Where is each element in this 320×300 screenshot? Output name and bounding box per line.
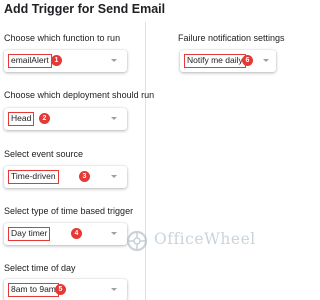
time-of-day-value: 8am to 9am [8, 283, 59, 297]
time-of-day-select[interactable]: 8am to 9am 5 [4, 279, 127, 300]
step-badge-1: 1 [51, 55, 62, 66]
chevron-down-icon [263, 59, 269, 62]
step-badge-2: 2 [39, 113, 50, 124]
trigger-type-label: Select type of time based trigger [4, 206, 134, 216]
add-trigger-dialog: Add Trigger for Send Email Choose which … [0, 0, 285, 300]
step-badge-6: 6 [242, 55, 253, 66]
watermark-text: OfficeWheel [154, 230, 256, 248]
step-badge-4: 4 [71, 228, 82, 239]
wheel-logo-icon [126, 230, 148, 252]
dialog-title: Add Trigger for Send Email [4, 2, 166, 16]
chevron-down-icon [111, 59, 117, 62]
chevron-down-icon [111, 288, 117, 291]
function-label: Choose which function to run [4, 33, 121, 43]
trigger-type-select[interactable]: Day timer 4 [4, 223, 127, 245]
failure-notification-label: Failure notification settings [178, 33, 285, 43]
event-source-select[interactable]: Time-driven 3 [4, 166, 127, 188]
failure-notification-value: Notify me daily [184, 54, 246, 68]
trigger-type-value: Day timer [8, 227, 51, 241]
chevron-down-icon [111, 232, 117, 235]
chevron-down-icon [111, 117, 117, 120]
failure-notification-select[interactable]: Notify me daily 6 [180, 50, 276, 72]
deployment-select[interactable]: Head 2 [4, 108, 127, 130]
function-select[interactable]: emailAlert 1 [4, 50, 127, 72]
chevron-down-icon [111, 175, 117, 178]
event-source-value: Time-driven [8, 170, 59, 184]
deployment-value: Head [8, 112, 35, 126]
event-source-label: Select event source [4, 149, 84, 159]
officewheel-watermark: OfficeWheel [126, 226, 280, 256]
time-of-day-label: Select time of day [4, 263, 76, 273]
deployment-label: Choose which deployment should run [4, 90, 155, 100]
function-value: emailAlert [8, 54, 52, 68]
step-badge-3: 3 [79, 171, 90, 182]
step-badge-5: 5 [55, 284, 66, 295]
column-divider [145, 22, 146, 300]
